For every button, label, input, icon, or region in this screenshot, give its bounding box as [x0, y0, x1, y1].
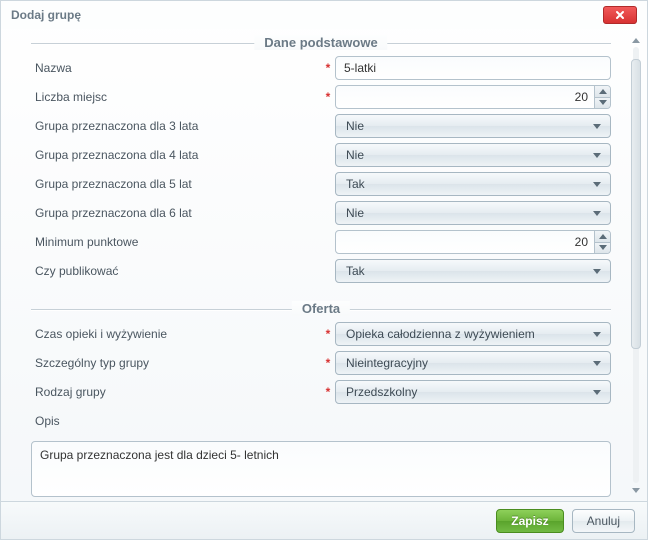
chevron-down-icon [590, 153, 604, 158]
age5-select-value: Tak [346, 177, 590, 191]
chevron-down-icon [590, 390, 604, 395]
scroll-down-icon[interactable] [631, 485, 641, 495]
publish-select-value: Tak [346, 264, 590, 278]
age3-select-value: Nie [346, 119, 590, 133]
close-icon [615, 10, 625, 20]
label-age3: Grupa przeznaczona dla 3 lata [31, 119, 321, 133]
label-age6: Grupa przeznaczona dla 6 lat [31, 206, 321, 220]
required-mark: * [321, 385, 335, 399]
save-button[interactable]: Zapisz [496, 509, 563, 533]
kind-select[interactable]: Przedszkolny [335, 380, 611, 404]
label-publish: Czy publikować [31, 264, 321, 278]
label-age5: Grupa przeznaczona dla 5 lat [31, 177, 321, 191]
fieldset-basic-legend: Dane podstawowe [254, 35, 387, 50]
fieldset-offer-legend: Oferta [292, 301, 350, 316]
chevron-down-icon [590, 269, 604, 274]
fieldset-basic: Dane podstawowe Nazwa * Liczba miejsc * [31, 35, 611, 285]
label-kind: Rodzaj grupy [31, 385, 321, 399]
chevron-down-icon [590, 182, 604, 187]
gtype-select-value: Nieintegracyjny [346, 356, 590, 370]
age4-select-value: Nie [346, 148, 590, 162]
desc-textarea[interactable] [31, 441, 611, 497]
label-desc: Opis [31, 414, 321, 428]
publish-select[interactable]: Tak [335, 259, 611, 283]
cancel-button[interactable]: Anuluj [572, 509, 635, 533]
dialog-footer: Zapisz Anuluj [1, 501, 647, 539]
seats-input[interactable] [336, 86, 594, 108]
age5-select[interactable]: Tak [335, 172, 611, 196]
dialog-content: Dane podstawowe Nazwa * Liczba miejsc * [11, 29, 621, 501]
seats-spin-up[interactable] [595, 86, 610, 98]
label-seats: Liczba miejsc [31, 90, 321, 104]
gtype-select[interactable]: Nieintegracyjny [335, 351, 611, 375]
name-input[interactable] [335, 56, 611, 80]
chevron-down-icon [590, 124, 604, 129]
care-select[interactable]: Opieka całodzienna z wyżywieniem [335, 322, 611, 346]
dialog-title: Dodaj grupę [11, 8, 81, 22]
kind-select-value: Przedszkolny [346, 385, 590, 399]
label-minpts: Minimum punktowe [31, 235, 321, 249]
age6-select-value: Nie [346, 206, 590, 220]
fieldset-offer: Oferta Czas opieki i wyżywienie * Opieka… [31, 301, 611, 500]
age4-select[interactable]: Nie [335, 143, 611, 167]
cancel-button-label: Anuluj [587, 514, 620, 528]
minpts-spin-down[interactable] [595, 243, 610, 254]
required-mark: * [321, 356, 335, 370]
vertical-scrollbar[interactable] [631, 35, 641, 495]
label-care: Czas opieki i wyżywienie [31, 327, 321, 341]
chevron-down-icon [590, 332, 604, 337]
seats-spin-down[interactable] [595, 98, 610, 109]
required-mark: * [321, 61, 335, 75]
chevron-down-icon [590, 361, 604, 366]
scroll-thumb[interactable] [631, 59, 641, 349]
age3-select[interactable]: Nie [335, 114, 611, 138]
age6-select[interactable]: Nie [335, 201, 611, 225]
scroll-up-icon[interactable] [631, 35, 641, 45]
seats-spinner[interactable] [335, 85, 611, 109]
label-name: Nazwa [31, 61, 321, 75]
save-button-label: Zapisz [511, 514, 548, 528]
required-mark: * [321, 90, 335, 104]
chevron-down-icon [590, 211, 604, 216]
minpts-input[interactable] [336, 231, 594, 253]
dialog-titlebar: Dodaj grupę [1, 1, 647, 29]
minpts-spinner[interactable] [335, 230, 611, 254]
add-group-dialog: Dodaj grupę Dane podstawowe Nazwa * [0, 0, 648, 540]
label-gtype: Szczególny typ grupy [31, 356, 321, 370]
label-age4: Grupa przeznaczona dla 4 lata [31, 148, 321, 162]
close-button[interactable] [603, 6, 637, 24]
care-select-value: Opieka całodzienna z wyżywieniem [346, 327, 590, 341]
minpts-spin-up[interactable] [595, 231, 610, 243]
required-mark: * [321, 327, 335, 341]
